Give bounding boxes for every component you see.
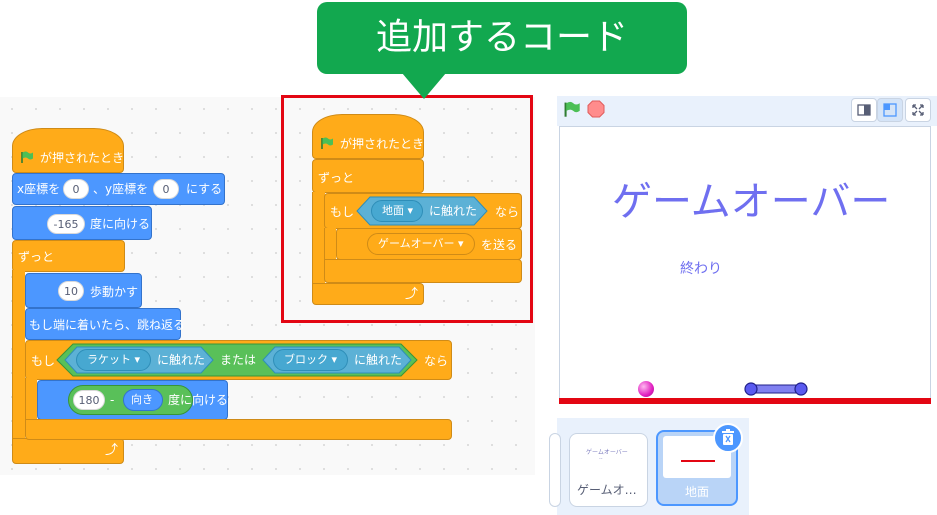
touch1-label: ラケット [87, 353, 131, 366]
green-flag-icon[interactable] [563, 101, 581, 117]
if-prefix: もし [31, 354, 56, 368]
when-flag-clicked-block[interactable]: が押されたとき [12, 128, 124, 173]
trash-icon [722, 429, 734, 445]
fullscreen-icon [912, 104, 924, 116]
broadcast-msg: ゲームオーバー [378, 237, 455, 250]
delete-sprite-button[interactable] [713, 423, 743, 453]
if-bottom [25, 419, 452, 440]
direction-reporter[interactable]: 向き [123, 389, 163, 411]
broadcast-dropdown[interactable]: ゲームオーバー ▾ [367, 233, 475, 255]
ground-dropdown[interactable]: 地面 ▾ [371, 200, 423, 222]
broadcast-suffix: を送る [481, 238, 518, 252]
turn-suffix: 度に向ける [168, 393, 229, 407]
point-direction-block[interactable]: -165 度に向ける [12, 206, 152, 240]
callout-text: 追加するコード [375, 17, 628, 58]
sprite-thumb: ゲームオーバー [586, 449, 628, 456]
small-stage-button[interactable] [851, 98, 877, 122]
goto-mid: 、y座標を [93, 182, 149, 196]
chevron-down-icon: ▾ [131, 353, 141, 366]
y-input[interactable]: 0 [153, 179, 179, 199]
sprite-tile-gameover[interactable]: ゲームオーバー ·· ゲームオ… [569, 433, 648, 507]
ground-label: 地面 [382, 204, 404, 217]
forever-label: ずっと [18, 250, 55, 264]
loop-arrow-icon: ⤴ [405, 287, 419, 302]
bounce-label: もし端に着いたら、跳ね返る [29, 318, 186, 332]
touch1-dropdown[interactable]: ラケット ▾ [76, 349, 151, 371]
if-arm-2 [324, 228, 336, 260]
when-flag-clicked-block-2[interactable]: が押されたとき [312, 114, 424, 159]
large-stage-icon [883, 103, 897, 117]
move-suffix: 歩動かす [90, 285, 139, 299]
end-text: 終わり [680, 261, 722, 277]
loop-arrow-icon: ⤴ [105, 443, 119, 458]
if-then: なら [424, 354, 449, 368]
if-prefix-2: もし [330, 205, 355, 219]
chevron-down-icon: ▾ [454, 237, 464, 250]
direction-input[interactable]: -165 [47, 214, 85, 234]
chevron-down-icon: ▾ [328, 353, 338, 366]
forever-block-2[interactable]: ずっと [312, 159, 424, 193]
chevron-down-icon: ▾ [404, 204, 414, 217]
steps-input[interactable]: 10 [58, 281, 84, 301]
goto-prefix: x座標を [17, 182, 61, 196]
ball-sprite [638, 381, 654, 397]
callout-tail [402, 73, 446, 99]
racket-sprite [744, 382, 808, 396]
if-bottom-2 [324, 259, 522, 283]
forever-label-2: ずっと [318, 171, 355, 185]
point-suffix: 度に向ける [90, 217, 151, 231]
sprite-name: ゲームオ… [577, 483, 637, 497]
x-input[interactable]: 0 [63, 179, 89, 199]
forever-bottom-2: ⤴ [312, 283, 424, 305]
large-stage-button[interactable] [877, 98, 903, 122]
hat-label: が押されたとき [40, 151, 125, 165]
if-arm [25, 378, 37, 420]
ground-sprite [559, 398, 931, 404]
gameover-title: ゲームオーバー [612, 179, 891, 225]
bounce-block[interactable]: もし端に着いたら、跳ね返る [25, 308, 185, 340]
hat-label-2: が押されたとき [340, 137, 425, 151]
forever-bottom: ⤴ [12, 438, 124, 464]
stop-icon[interactable] [587, 100, 605, 118]
touch2-label: ブロック [284, 353, 328, 366]
sprite-thumb-dots: ·· [599, 456, 603, 463]
small-stage-icon [857, 104, 871, 116]
goto-xy-block[interactable]: x座標を 0 、y座標を 0 にする [12, 173, 225, 205]
turn-value-input[interactable]: 180 [73, 390, 105, 410]
touched-label-2: に触れた [429, 204, 478, 218]
turn-block[interactable]: 180 - 向き 度に向ける [37, 380, 228, 420]
fullscreen-button[interactable] [905, 98, 931, 122]
if-then-2: なら [495, 205, 520, 219]
stage-canvas[interactable]: ゲームオーバー 終わり [559, 126, 931, 400]
touch2-dropdown[interactable]: ブロック ▾ [273, 349, 348, 371]
move-steps-block[interactable]: 10 歩動かす [25, 273, 142, 308]
or-label: または [220, 353, 257, 367]
touched2-label: に触れた [354, 353, 403, 367]
touched1-label: に触れた [157, 353, 206, 367]
goto-suffix: にする [186, 182, 223, 196]
ground-line [681, 460, 715, 462]
minus-label: - [110, 393, 115, 407]
forever-arm [12, 270, 25, 440]
forever-block[interactable]: ずっと [12, 240, 125, 272]
sprite-name: 地面 [684, 485, 709, 499]
broadcast-block[interactable]: ゲームオーバー ▾ を送る [336, 228, 522, 260]
green-flag-icon [21, 151, 33, 163]
sprite-tile-partial[interactable] [549, 433, 561, 507]
green-flag-icon [321, 137, 333, 149]
